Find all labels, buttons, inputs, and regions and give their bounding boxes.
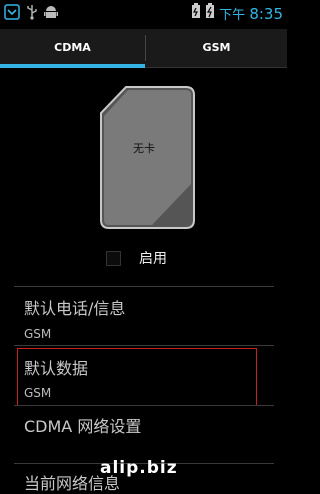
divider xyxy=(14,345,274,346)
enable-row[interactable]: 启用 xyxy=(106,248,167,268)
list-item-value: GSM xyxy=(24,327,52,341)
tab-selected-indicator xyxy=(0,64,145,68)
divider xyxy=(14,286,274,287)
divider xyxy=(14,405,274,406)
time-prefix: 下午 xyxy=(219,7,246,23)
status-bar: 下午 8:35 xyxy=(0,0,287,29)
tab-bar: CDMA GSM xyxy=(0,29,287,68)
status-time: 下午 8:35 xyxy=(219,4,283,23)
list-item-title: 默认电话/信息 xyxy=(24,299,126,318)
notification-icon xyxy=(4,4,20,24)
enable-checkbox[interactable] xyxy=(106,250,121,266)
time-value: 8:35 xyxy=(249,4,283,23)
android-debug-icon xyxy=(44,4,58,24)
watermark-text: alip.biz xyxy=(100,458,178,478)
battery-icon xyxy=(191,3,201,23)
tab-gsm[interactable]: GSM xyxy=(146,29,287,67)
tab-cdma[interactable]: CDMA xyxy=(0,29,145,67)
highlight-box xyxy=(17,348,257,406)
battery-charging-icon xyxy=(205,3,215,23)
usb-icon xyxy=(26,4,38,24)
list-item-title: CDMA 网络设置 xyxy=(24,417,142,436)
sim-status-label: 无卡 xyxy=(133,142,155,155)
sim-card-icon xyxy=(100,86,195,229)
enable-label: 启用 xyxy=(139,251,167,267)
